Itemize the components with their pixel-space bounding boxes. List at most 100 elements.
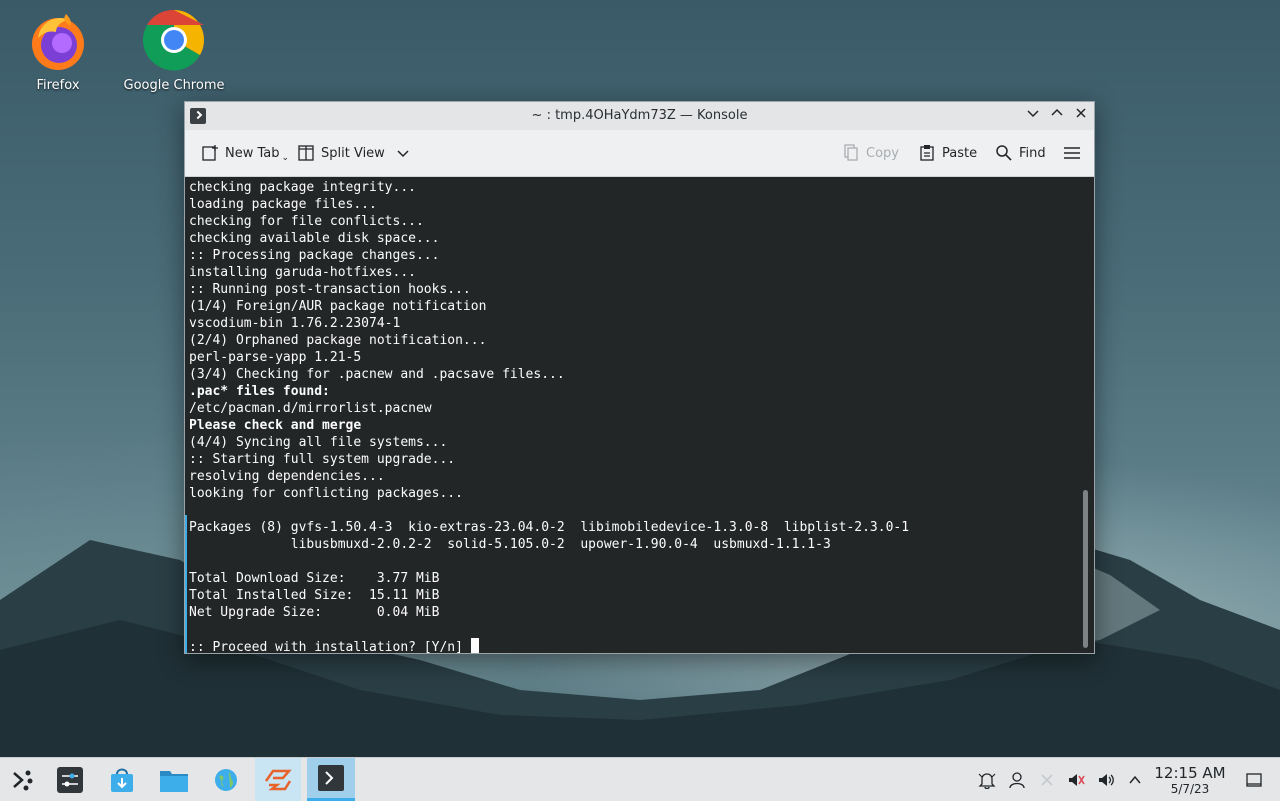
- tray-volume[interactable]: [1093, 758, 1119, 801]
- terminal-line: perl-parse-yapp 1.21-5: [189, 350, 362, 365]
- terminal-line: (4/4) Syncing all file systems...: [189, 435, 448, 450]
- split-view-button[interactable]: Split View: [297, 141, 409, 165]
- desktop-icon-label: Firefox: [36, 78, 80, 93]
- hamburger-menu-icon: [1064, 147, 1080, 159]
- copy-button[interactable]: Copy: [842, 141, 899, 165]
- terminal-line: Total Installed Size: 15.11 MiB: [189, 588, 440, 603]
- find-label: Find: [1019, 145, 1046, 161]
- window-title: ~ : tmp.4OHaYdm73Z — Konsole: [531, 108, 748, 123]
- taskbar-item-settings[interactable]: [47, 758, 93, 801]
- close-button[interactable]: [1071, 106, 1091, 126]
- terminal-line: Net Upgrade Size: 0.04 MiB: [189, 605, 440, 620]
- terminal-line: (3/4) Checking for .pacnew and .pacsave …: [189, 367, 565, 382]
- copy-label: Copy: [866, 145, 899, 161]
- desktop-icon-label: Google Chrome: [123, 78, 225, 93]
- volume-icon: [1099, 773, 1114, 786]
- paste-button[interactable]: Paste: [918, 141, 977, 165]
- file-manager-icon: [160, 770, 188, 792]
- web-browser-icon: [215, 768, 237, 791]
- konsole-window: ~ : tmp.4OHaYdm73Z — Konsole New Tab ⌄ S…: [184, 101, 1095, 654]
- terminal-scrollbar[interactable]: [1083, 490, 1088, 648]
- new-tab-label: New Tab: [225, 145, 280, 161]
- active-region-indicator: [185, 515, 187, 653]
- terminal-line: :: Starting full system upgrade...: [189, 452, 456, 467]
- firefox-icon: [32, 14, 84, 70]
- text-cursor: [470, 638, 479, 653]
- software-store-icon: [111, 768, 133, 792]
- paste-label: Paste: [942, 145, 978, 161]
- terminal-line: vscodium-bin 1.76.2.23074-1: [189, 316, 401, 331]
- chevron-up-icon: [1051, 108, 1063, 116]
- taskbar-item-file-manager[interactable]: [151, 758, 197, 801]
- tray-user[interactable]: [1004, 758, 1030, 801]
- clock-date: 5/7/23: [1170, 782, 1210, 796]
- terminal-output: checking package integrity... loading pac…: [189, 179, 909, 653]
- chrome-icon: [142, 9, 205, 71]
- expand-tray-icon: [1129, 775, 1141, 783]
- maximize-button[interactable]: [1047, 106, 1067, 126]
- tray-network[interactable]: [1034, 758, 1060, 801]
- notifications-icon: [978, 772, 996, 789]
- terminal-line: checking package integrity...: [189, 180, 416, 195]
- find-button[interactable]: Find: [995, 141, 1046, 165]
- chevron-down-icon: [1027, 110, 1039, 118]
- desktop-icon-firefox[interactable]: Firefox: [3, 8, 113, 93]
- garuda-assistant-icon: [264, 769, 292, 790]
- terminal-line: resolving dependencies...: [189, 469, 385, 484]
- copy-icon: [844, 144, 858, 161]
- digital-clock[interactable]: 12:15 AM 5/7/23: [1150, 764, 1230, 796]
- terminal-line: checking available disk space...: [189, 231, 440, 246]
- tray-expand[interactable]: [1122, 758, 1148, 801]
- network-disconnected-icon: [1041, 773, 1053, 786]
- system-settings-icon: [57, 766, 83, 793]
- show-desktop-icon: [1246, 772, 1262, 787]
- close-icon: [1076, 108, 1086, 118]
- show-desktop-button[interactable]: [1241, 758, 1267, 801]
- terminal-line: Packages (8) gvfs-1.50.4-3 kio-extras-23…: [189, 520, 910, 535]
- terminal-prompt: :: Proceed with installation? [Y/n]: [189, 640, 471, 653]
- terminal-line: installing garuda-hotfixes...: [189, 265, 416, 280]
- terminal-view[interactable]: checking package integrity... loading pac…: [185, 177, 1094, 653]
- terminal-line: checking for file conflicts...: [189, 214, 424, 229]
- taskbar-item-software-store[interactable]: [99, 758, 145, 801]
- terminal-line: (2/4) Orphaned package notification...: [189, 333, 487, 348]
- window-titlebar[interactable]: ~ : tmp.4OHaYdm73Z — Konsole: [185, 102, 1094, 130]
- paste-icon: [920, 145, 934, 161]
- terminal-line: Total Download Size: 3.77 MiB: [189, 571, 440, 586]
- konsole-toolbar: New Tab ⌄ Split View Copy Paste Find: [185, 130, 1094, 177]
- minimize-button[interactable]: [1023, 106, 1043, 126]
- microphone-muted-icon: [1069, 773, 1085, 786]
- terminal-line: libusbmuxd-2.0.2-2 solid-5.105.0-2 upowe…: [189, 537, 831, 552]
- terminal-line: :: Running post-transaction hooks...: [189, 282, 471, 297]
- hamburger-menu-button[interactable]: [1063, 141, 1081, 165]
- split-view-icon: [298, 145, 314, 161]
- terminal-line: (1/4) Foreign/AUR package notification: [189, 299, 487, 314]
- taskbar-item-garuda-assistant[interactable]: [255, 758, 301, 801]
- konsole-icon: [318, 765, 344, 791]
- terminal-line: loading package files...: [189, 197, 377, 212]
- new-tab-button[interactable]: New Tab ⌄: [201, 141, 289, 165]
- tray-notifications[interactable]: [974, 758, 1000, 801]
- dropdown-arrow-icon: ⌄: [281, 153, 290, 163]
- application-launcher-icon: [13, 770, 33, 790]
- search-icon: [996, 145, 1012, 161]
- chevron-down-icon: [397, 150, 409, 158]
- tray-microphone[interactable]: [1063, 758, 1089, 801]
- user-icon: [1009, 771, 1025, 788]
- split-view-label: Split View: [321, 145, 385, 161]
- terminal-line: looking for conflicting packages...: [189, 486, 463, 501]
- clock-time: 12:15 AM: [1154, 764, 1226, 782]
- taskbar-item-konsole[interactable]: [307, 758, 355, 801]
- application-launcher-button[interactable]: [0, 758, 46, 801]
- terminal-line: .pac* files found:: [189, 384, 330, 399]
- terminal-line: :: Processing package changes...: [189, 248, 440, 263]
- taskbar: 12:15 AM 5/7/23: [0, 757, 1280, 801]
- terminal-line: Please check and merge: [189, 418, 362, 433]
- taskbar-item-web-browser[interactable]: [203, 758, 249, 801]
- terminal-prompt-line: :: Proceed with installation? [Y/n]: [189, 638, 909, 653]
- terminal-line: /etc/pacman.d/mirrorlist.pacnew: [189, 401, 432, 416]
- desktop-icon-chrome[interactable]: Google Chrome: [119, 8, 229, 93]
